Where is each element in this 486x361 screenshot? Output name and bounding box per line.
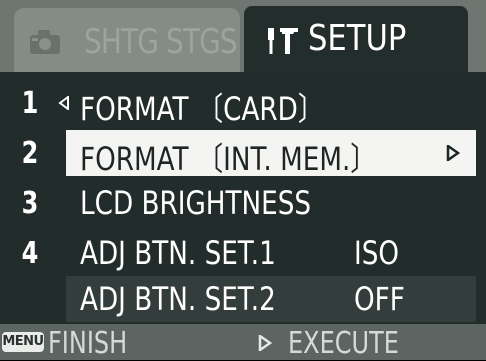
menu-item-label: LCD BRIGHTNESS: [80, 184, 312, 222]
menu-item-lcd-brightness[interactable]: 3 LCD BRIGHTNESS: [0, 178, 486, 228]
menu-item-format-internal-memory[interactable]: 2 FORMAT 〔INT. MEM.〕: [0, 128, 486, 178]
camera-setup-screen: SHTG STGS SETUP 1 FORMAT 〔CARD〕 2 FORMAT…: [0, 0, 486, 361]
execute-hint: EXECUTE: [288, 326, 399, 361]
camera-icon: [30, 30, 60, 54]
menu-item-value: OFF: [354, 280, 405, 318]
tab-shooting-settings[interactable]: SHTG STGS: [14, 8, 240, 72]
tab-setup-label: SETUP: [308, 18, 407, 59]
menu-item-label: ADJ BTN. SET.2: [80, 280, 276, 318]
footer-bar: MENU FINISH EXECUTE: [0, 324, 486, 361]
tab-setup[interactable]: SETUP: [244, 6, 468, 72]
menu-item-format-card[interactable]: 1 FORMAT 〔CARD〕: [0, 78, 486, 128]
menu-item-number: 4: [21, 236, 39, 271]
menu-item-label: FORMAT 〔INT. MEM.〕: [80, 140, 377, 178]
menu-item-adj-btn-set-2[interactable]: ADJ BTN. SET.2 OFF: [0, 274, 486, 324]
menu-item-label: ADJ BTN. SET.1: [80, 234, 276, 272]
right-arrow-icon: [258, 335, 272, 351]
tab-bar: SHTG STGS SETUP: [0, 0, 486, 72]
right-arrow-icon: [446, 145, 460, 161]
menu-item-number: 3: [21, 186, 39, 221]
menu-item-value: ISO: [354, 234, 400, 272]
menu-item-label: FORMAT 〔CARD〕: [80, 90, 325, 128]
tab-shooting-settings-label: SHTG STGS: [84, 22, 238, 62]
menu-button-icon: MENU: [2, 332, 44, 352]
finish-hint: FINISH: [48, 326, 128, 361]
setup-menu: 1 FORMAT 〔CARD〕 2 FORMAT 〔INT. MEM.〕 3 L…: [0, 72, 486, 324]
wrench-icon: [268, 28, 298, 54]
menu-item-number: 2: [21, 136, 39, 171]
menu-item-adj-btn-set-1[interactable]: 4 ADJ BTN. SET.1 ISO: [0, 228, 486, 278]
menu-item-number: 1: [21, 86, 39, 121]
